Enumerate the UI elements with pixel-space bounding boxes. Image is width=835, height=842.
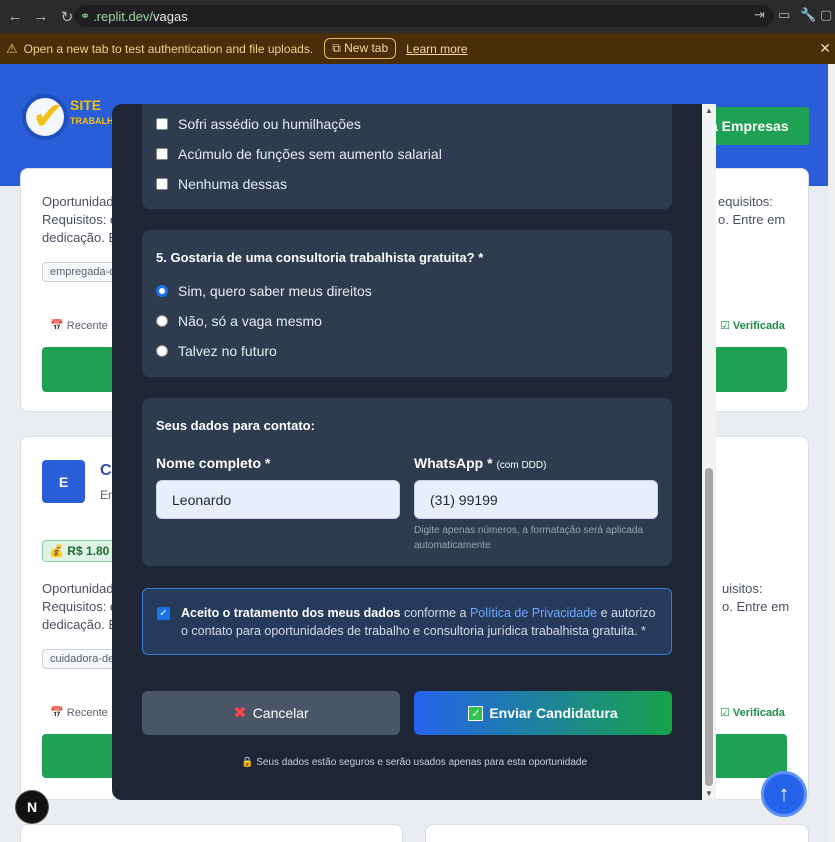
- question-5-panel: 5. Gostaria de uma consultoria trabalhis…: [142, 230, 672, 377]
- name-input[interactable]: Leonardo: [156, 480, 400, 519]
- next-devtools-badge[interactable]: N: [15, 790, 49, 824]
- q4-option[interactable]: Sofri assédio ou humilhações: [156, 116, 361, 132]
- scrollbar-thumb[interactable]: [705, 468, 713, 786]
- radio-selected[interactable]: [156, 285, 168, 297]
- cancel-button[interactable]: ✖ Cancelar: [142, 691, 400, 735]
- close-icon[interactable]: ✕: [819, 40, 831, 57]
- verified-badge: ☑ Verificada: [720, 707, 785, 719]
- q4-option[interactable]: Acúmulo de funções sem aumento salarial: [156, 146, 442, 162]
- new-tab-label: New tab: [344, 41, 389, 55]
- consent-box: ✓ Aceito o tratamento dos meus dados con…: [142, 588, 672, 655]
- job-card: [20, 824, 403, 842]
- job-description-right: equisitos: o. Entre em: [718, 194, 786, 227]
- recent-label: 📅 Recente: [50, 320, 108, 332]
- submit-application-button[interactable]: ✓ Enviar Candidatura: [414, 691, 672, 735]
- whatsapp-hint: Digite apenas números, a formatação será…: [414, 525, 644, 551]
- check-icon: ✓: [468, 705, 484, 721]
- job-description-right: uisitos: o. Entre em: [722, 581, 790, 614]
- application-modal: Sofri assédio ou humilhações Acúmulo de …: [112, 104, 716, 800]
- contact-title: Seus dados para contato:: [156, 418, 315, 433]
- scroll-to-top-button[interactable]: ↑: [761, 771, 807, 817]
- new-tab-button[interactable]: ⧉ New tab: [324, 38, 397, 59]
- address-bar[interactable]: ⚭ .replit.dev/vagas: [74, 5, 774, 27]
- warning-icon: ⚠: [6, 40, 18, 56]
- modal-scrollbar[interactable]: ▲ ▼: [702, 104, 716, 800]
- recent-label: 📅 Recente: [50, 707, 108, 719]
- checkbox[interactable]: [156, 118, 168, 130]
- external-link-icon: ⧉: [332, 41, 345, 55]
- scroll-down-icon[interactable]: ▼: [705, 789, 713, 798]
- radio[interactable]: [156, 315, 168, 327]
- browser-toolbar: ← → ↻ ⚭ .replit.dev/vagas ⇥ ▭ 🔧 ▢: [0, 0, 835, 33]
- consent-text: Aceito o tratamento dos meus dados confo…: [181, 606, 656, 638]
- salary-badge: 💰 R$ 1.80: [42, 540, 117, 562]
- learn-more-link[interactable]: Learn more: [406, 42, 467, 56]
- question-4-panel: Sofri assédio ou humilhações Acúmulo de …: [142, 104, 672, 209]
- menu-icon[interactable]: ▢: [820, 7, 832, 23]
- cross-icon: ✖: [233, 705, 247, 722]
- job-tag[interactable]: cuidadora-de: [42, 649, 123, 669]
- company-avatar: E: [42, 460, 85, 503]
- url-domain: .replit.dev/: [93, 8, 154, 24]
- wrench-icon[interactable]: 🔧: [800, 7, 816, 23]
- question-5-title: 5. Gostaria de uma consultoria trabalhis…: [156, 250, 484, 265]
- radio[interactable]: [156, 345, 168, 357]
- q5-option[interactable]: Sim, quero saber meus direitos: [156, 283, 372, 299]
- consent-checkbox[interactable]: ✓: [157, 607, 170, 620]
- auth-warning-banner: ⚠ Open a new tab to test authentication …: [0, 33, 835, 64]
- contact-panel: Seus dados para contato: Nome completo *…: [142, 398, 672, 566]
- q4-option[interactable]: Nenhuma dessas: [156, 176, 287, 192]
- job-description-left: Oportunidad Requisitos: e dedicação. E: [42, 581, 118, 632]
- install-icon[interactable]: ⇥: [754, 7, 765, 23]
- q5-option[interactable]: Não, só a vaga mesmo: [156, 313, 322, 329]
- check-icon: ✔: [32, 96, 64, 138]
- checkbox[interactable]: [156, 148, 168, 160]
- link-icon: ⚭: [80, 9, 91, 23]
- verified-badge: ☑ Verificada: [720, 320, 785, 332]
- safety-note: 🔒 Seus dados estão seguros e serão usado…: [240, 757, 588, 768]
- devices-icon[interactable]: ▭: [778, 7, 790, 23]
- companies-button[interactable]: a Empresas: [700, 107, 809, 145]
- privacy-policy-link[interactable]: Política de Privacidade: [470, 606, 597, 620]
- name-label: Nome completo *: [156, 455, 271, 471]
- page-scrollbar[interactable]: [828, 64, 835, 842]
- whatsapp-label: WhatsApp * (com DDD): [414, 455, 547, 471]
- back-icon[interactable]: ←: [4, 8, 26, 25]
- site-logo[interactable]: ✔: [22, 94, 68, 140]
- scroll-up-icon[interactable]: ▲: [705, 106, 713, 115]
- job-card: [425, 824, 809, 842]
- url-path: vagas: [153, 8, 188, 24]
- forward-icon[interactable]: →: [30, 8, 52, 25]
- whatsapp-input[interactable]: (31) 99199: [414, 480, 658, 519]
- checkbox[interactable]: [156, 178, 168, 190]
- logo-text: SITE TRABALHI: [70, 97, 116, 126]
- q5-option[interactable]: Talvez no futuro: [156, 343, 277, 359]
- job-description-left: Oportunidad Requisitos: e dedicação. E: [42, 194, 118, 245]
- banner-message: Open a new tab to test authentication an…: [23, 41, 314, 56]
